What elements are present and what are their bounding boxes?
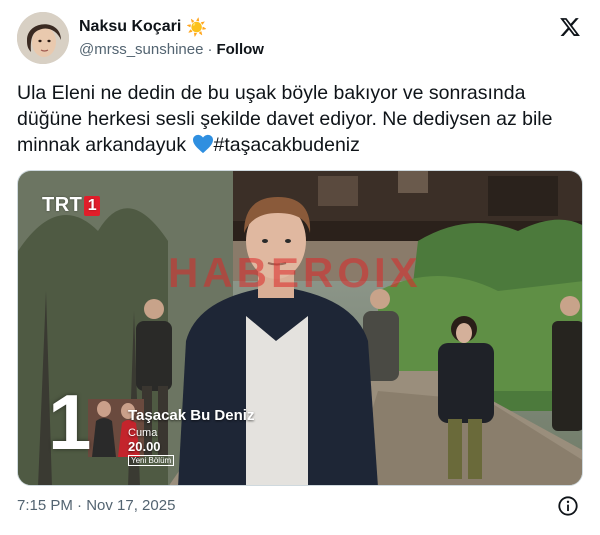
- blue-heart-icon: [192, 134, 213, 154]
- promo-time: 20.00: [128, 439, 161, 454]
- avatar[interactable]: [17, 12, 69, 64]
- author-name-row: Naksu Koçari ☀️: [79, 18, 207, 36]
- trt-logo-number: 1: [84, 195, 101, 216]
- tweet-footer: 7:15 PM · Nov 17, 2025: [17, 495, 583, 517]
- promo-show-title: Taşacak Bu Deniz: [128, 407, 255, 424]
- promo-day: Cuma: [128, 427, 158, 439]
- promo-number-badge: 1: [48, 378, 92, 466]
- author-handle-row: @mrss_sunshinee · Follow: [79, 41, 264, 58]
- trt1-logo: TRT 1: [42, 194, 101, 217]
- tweet-media[interactable]: TRT 1 HABEROIX 1 Taşacak Bu Deniz Cuma 2…: [17, 170, 583, 486]
- promo-episode-label: Yeni Bölüm: [128, 455, 175, 466]
- tweet-timestamp[interactable]: 7:15 PM · Nov 17, 2025: [17, 497, 175, 514]
- tweet-text: Ula Eleni ne dedin de bu uşak böyle bakı…: [17, 80, 583, 158]
- hashtag-link[interactable]: #taşacakbudeniz: [214, 134, 360, 156]
- follow-button[interactable]: Follow: [216, 41, 264, 58]
- author-handle[interactable]: @mrss_sunshinee: [79, 41, 203, 58]
- tweet-header: Naksu Koçari ☀️ @mrss_sunshinee · Follow: [17, 12, 583, 64]
- author-display-name[interactable]: Naksu Koçari: [79, 18, 181, 36]
- separator-dot: ·: [207, 41, 213, 58]
- watermark: HABEROIX: [168, 249, 422, 296]
- avatar-image: [17, 12, 69, 64]
- sun-emoji-icon: ☀️: [186, 17, 208, 37]
- show-promo-banner: 1 Taşacak Bu Deniz Cuma 20.00 Yeni Bölüm: [48, 383, 288, 466]
- info-icon[interactable]: [557, 495, 579, 517]
- x-logo-icon[interactable]: [559, 16, 581, 38]
- trt-logo-text: TRT: [42, 194, 83, 216]
